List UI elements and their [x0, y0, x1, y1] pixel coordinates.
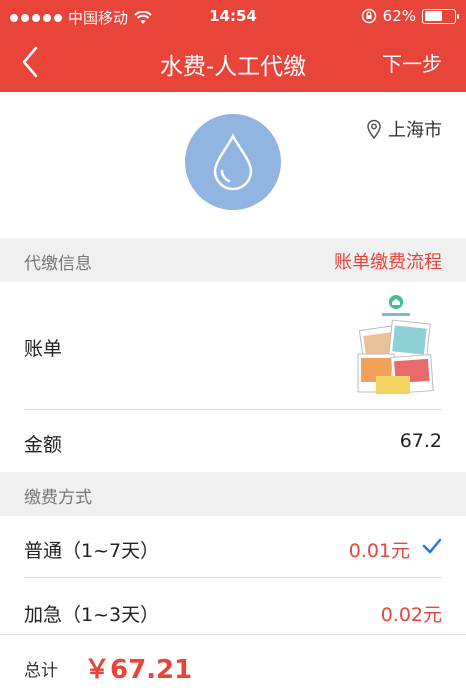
battery-icon	[422, 8, 459, 24]
bill-label: 账单	[24, 338, 63, 360]
total-label: 总计	[24, 661, 58, 681]
total-bar: 总计 ￥67.21	[0, 634, 466, 698]
battery-percent: 62%	[382, 7, 416, 25]
section-header-info: 代缴信息 账单缴费流程	[0, 238, 466, 282]
amount-label: 金额	[24, 434, 63, 456]
hero-section: 上海市	[0, 92, 466, 238]
status-bar: 中国移动 14:54 62%	[0, 0, 466, 32]
payment-option-label: 加急（1~3天）	[24, 604, 160, 626]
amount-row: 金额 67.2	[0, 410, 466, 472]
amount-value: 67.2	[399, 430, 442, 452]
water-drop-icon	[185, 114, 281, 210]
payment-option-urgent[interactable]: 加急（1~3天） 0.02元	[0, 578, 466, 634]
rotation-lock-icon	[361, 8, 376, 24]
nav-bar: 水费-人工代缴 下一步	[0, 32, 466, 92]
location-label: 上海市	[388, 120, 442, 141]
bill-row[interactable]: 账单	[0, 282, 466, 410]
section-header-payment: 缴费方式	[0, 472, 466, 516]
payment-option-price: 0.02元	[380, 604, 442, 626]
total-amount: ￥67.21	[84, 655, 193, 685]
bill-image-icon[interactable]	[356, 294, 436, 398]
section-title-payment: 缴费方式	[24, 488, 92, 508]
next-step-button[interactable]: 下一步	[382, 48, 442, 77]
location-pin-icon	[367, 119, 381, 139]
payment-option-normal[interactable]: 普通（1~7天） 0.01元	[0, 516, 466, 578]
status-bar-right: 62%	[361, 7, 459, 25]
section-title-info: 代缴信息	[24, 254, 92, 274]
payment-option-label: 普通（1~7天）	[24, 540, 160, 562]
checkmark-icon	[422, 538, 442, 554]
battery-fill	[424, 11, 443, 21]
payment-option-price: 0.01元	[348, 540, 410, 562]
location-selector[interactable]: 上海市	[366, 116, 442, 142]
bill-process-link[interactable]: 账单缴费流程	[334, 248, 442, 274]
